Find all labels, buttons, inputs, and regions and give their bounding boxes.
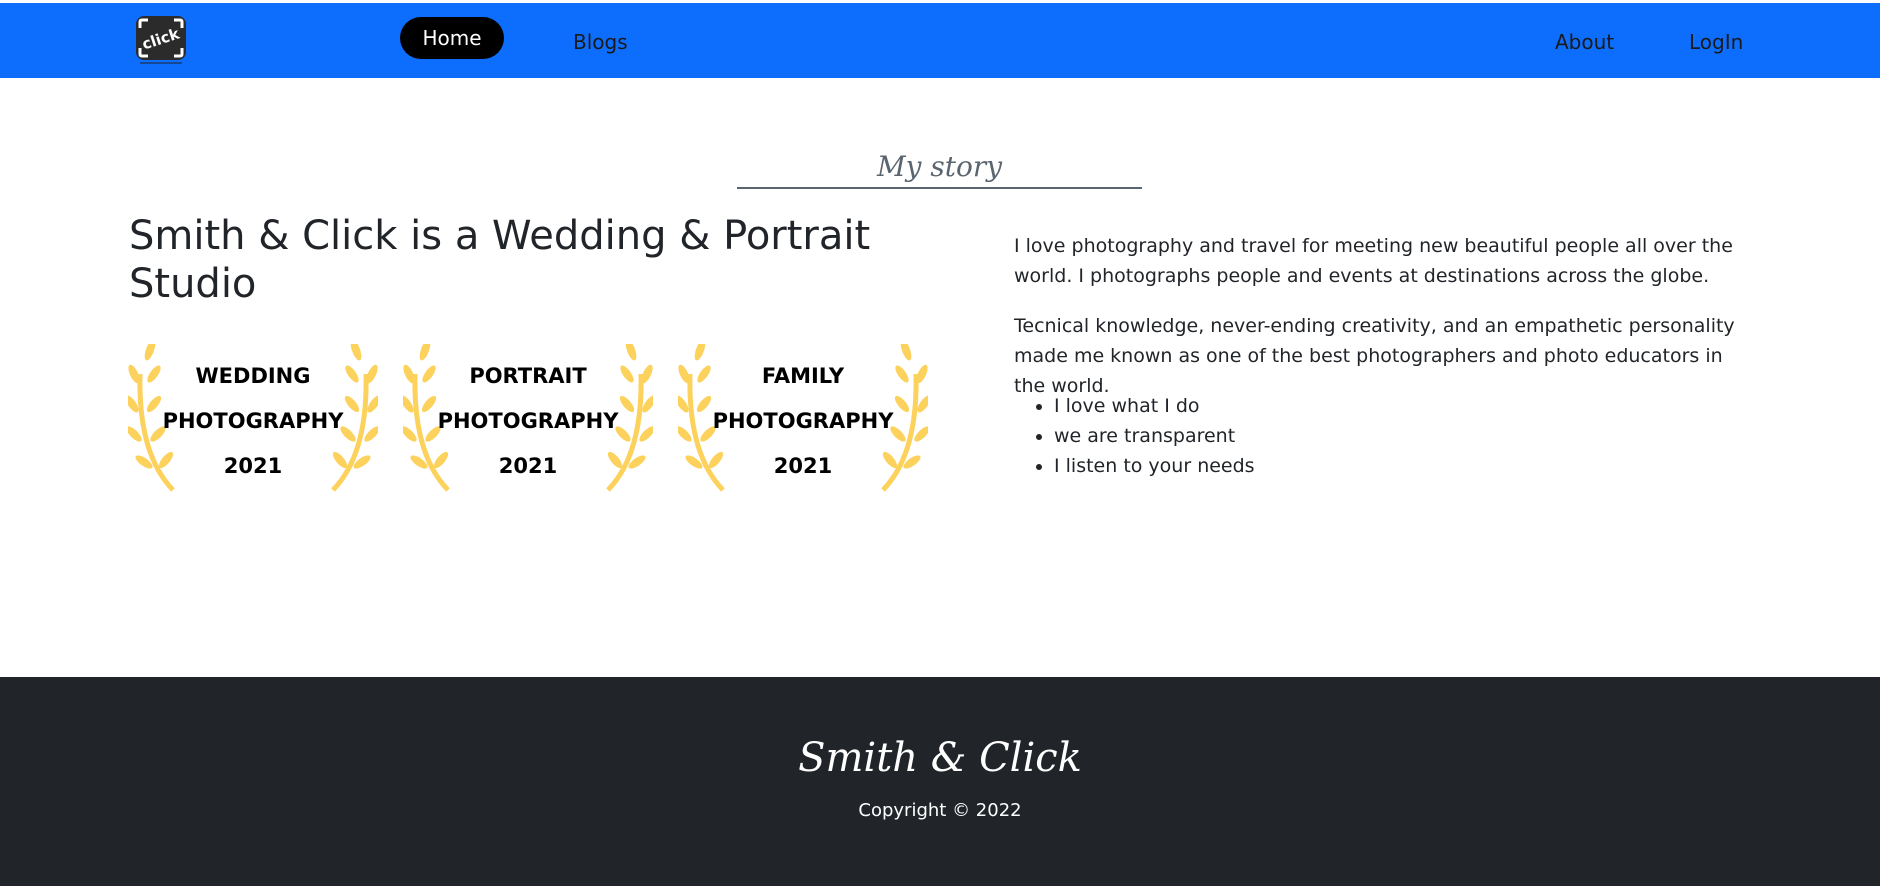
award-year: 2021 xyxy=(223,454,283,478)
section-title: My story xyxy=(876,150,1003,183)
award-category: WEDDING xyxy=(195,364,311,388)
story-paragraph: I love photography and travel for meetin… xyxy=(1014,235,1733,287)
award-year: 2021 xyxy=(773,454,833,478)
award-type: PHOTOGRAPHY xyxy=(712,409,894,433)
award-category: PORTRAIT xyxy=(469,364,587,388)
nav-home[interactable]: Home xyxy=(400,17,504,59)
award-type: PHOTOGRAPHY xyxy=(437,409,619,433)
navbar: click Home Blogs About LogIn xyxy=(0,3,1880,78)
nav-about[interactable]: About xyxy=(1555,30,1614,54)
values-list: I love what I do we are transparent I li… xyxy=(1054,391,1255,481)
nav-blogs[interactable]: Blogs xyxy=(573,30,628,54)
nav-login[interactable]: LogIn xyxy=(1689,30,1743,54)
award-wedding: WEDDING PHOTOGRAPHY 2021 xyxy=(128,344,378,494)
list-item: I love what I do xyxy=(1054,391,1255,421)
footer: Smith & Click Copyright © 2022 xyxy=(0,677,1880,886)
award-family: FAMILY PHOTOGRAPHY 2021 xyxy=(678,344,928,494)
award-category: FAMILY xyxy=(761,364,845,388)
list-item: I listen to your needs xyxy=(1054,451,1255,481)
award-type: PHOTOGRAPHY xyxy=(162,409,344,433)
footer-copyright: Copyright © 2022 xyxy=(858,800,1022,821)
list-item: we are transparent xyxy=(1054,421,1255,451)
award-text: PORTRAIT PHOTOGRAPHY 2021 xyxy=(403,354,653,489)
award-year: 2021 xyxy=(498,454,558,478)
story-paragraph: Tecnical knowledge, never-ending creativ… xyxy=(1014,315,1735,397)
section-divider xyxy=(737,187,1142,189)
award-text: FAMILY PHOTOGRAPHY 2021 xyxy=(678,354,928,489)
footer-brand: Smith & Click xyxy=(798,735,1082,781)
logo[interactable]: click xyxy=(134,14,188,66)
camera-logo-icon: click xyxy=(136,16,186,64)
award-text: WEDDING PHOTOGRAPHY 2021 xyxy=(128,354,378,489)
page-headline: Smith & Click is a Wedding & Portrait St… xyxy=(129,213,871,307)
award-portrait: PORTRAIT PHOTOGRAPHY 2021 xyxy=(403,344,653,494)
